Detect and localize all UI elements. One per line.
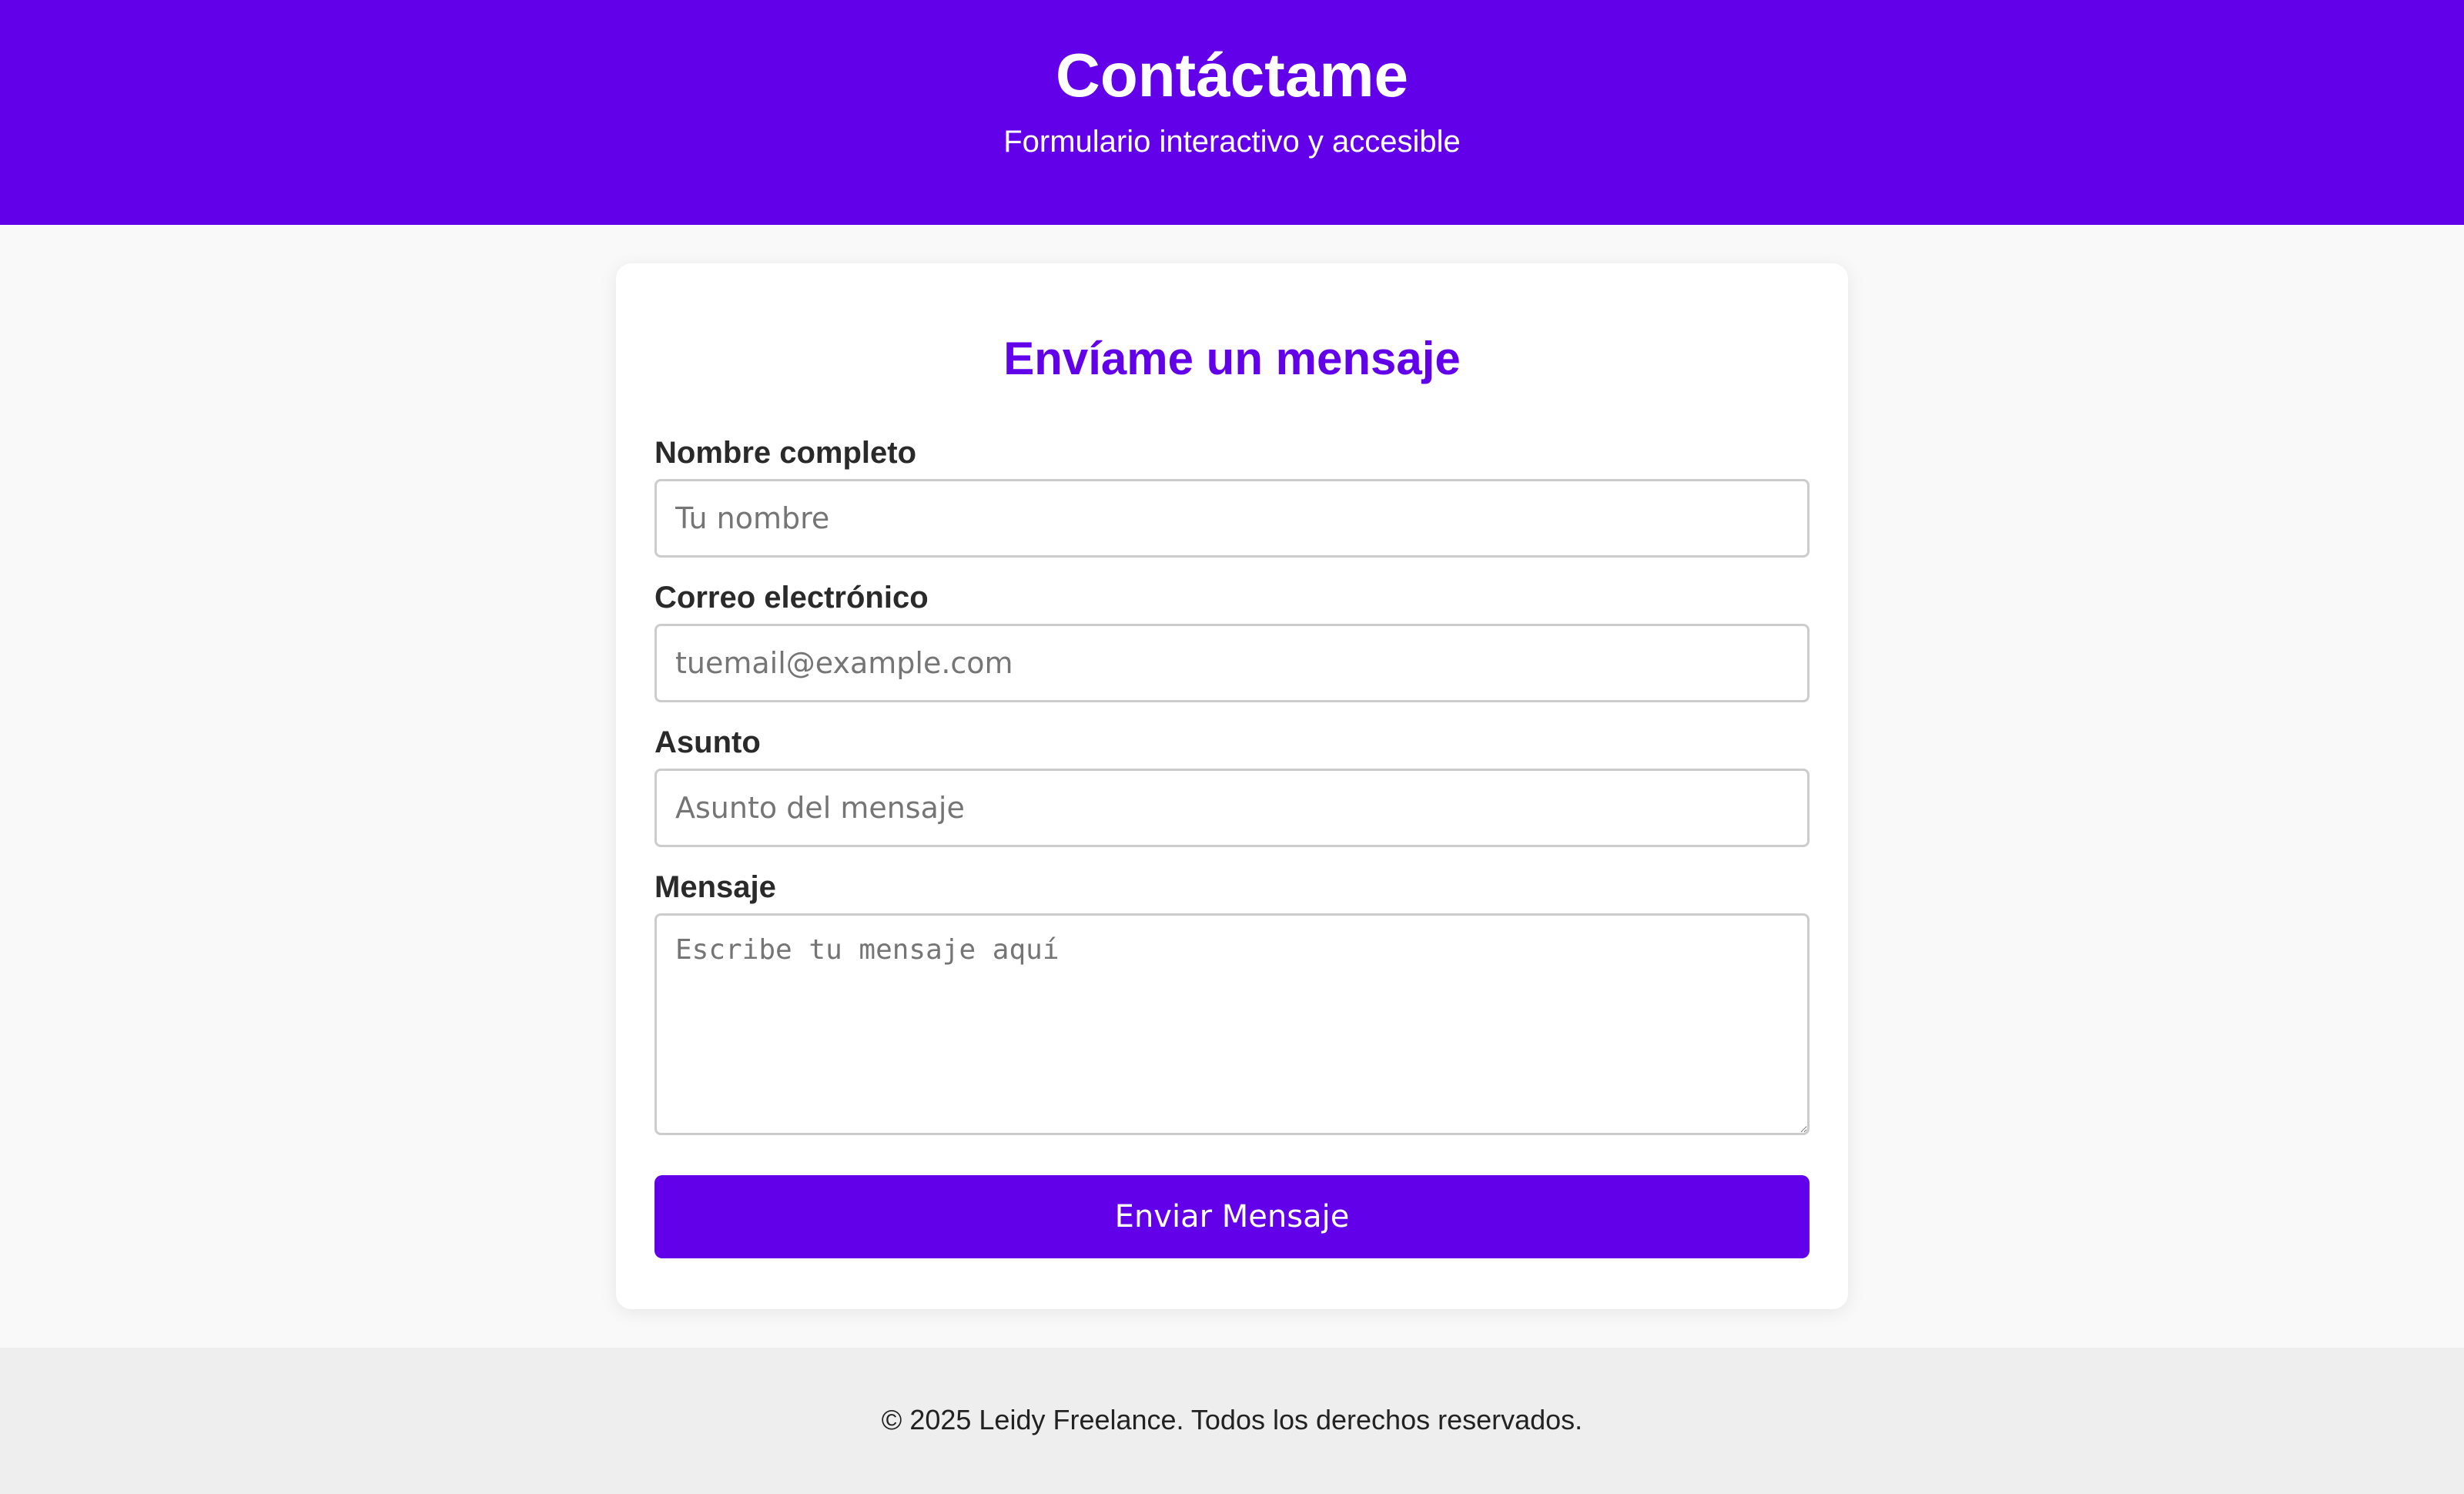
form-title: Envíame un mensaje: [1003, 333, 1461, 384]
copyright-text: © 2025 Leidy Freelance. Todos los derech…: [881, 1404, 1583, 1435]
contact-form: Envíame un mensaje Nombre completo Corre…: [616, 263, 1848, 1309]
page-subtitle: Formulario interactivo y accesible: [1003, 125, 1461, 159]
name-input[interactable]: [654, 479, 1810, 558]
message-textarea[interactable]: [654, 913, 1810, 1135]
page-title: Contáctame: [1056, 41, 1408, 109]
subject-input[interactable]: [654, 769, 1810, 847]
email-label: Correo electrónico: [654, 581, 929, 615]
message-label: Mensaje: [654, 870, 776, 904]
main-content: Envíame un mensaje Nombre completo Corre…: [0, 225, 2464, 1348]
subject-label: Asunto: [654, 725, 761, 759]
page-footer: © 2025 Leidy Freelance. Todos los derech…: [0, 1348, 2464, 1494]
page-header: Contáctame Formulario interactivo y acce…: [0, 0, 2464, 225]
submit-button[interactable]: Enviar Mensaje: [654, 1175, 1810, 1258]
name-label: Nombre completo: [654, 436, 917, 470]
email-input[interactable]: [654, 624, 1810, 702]
